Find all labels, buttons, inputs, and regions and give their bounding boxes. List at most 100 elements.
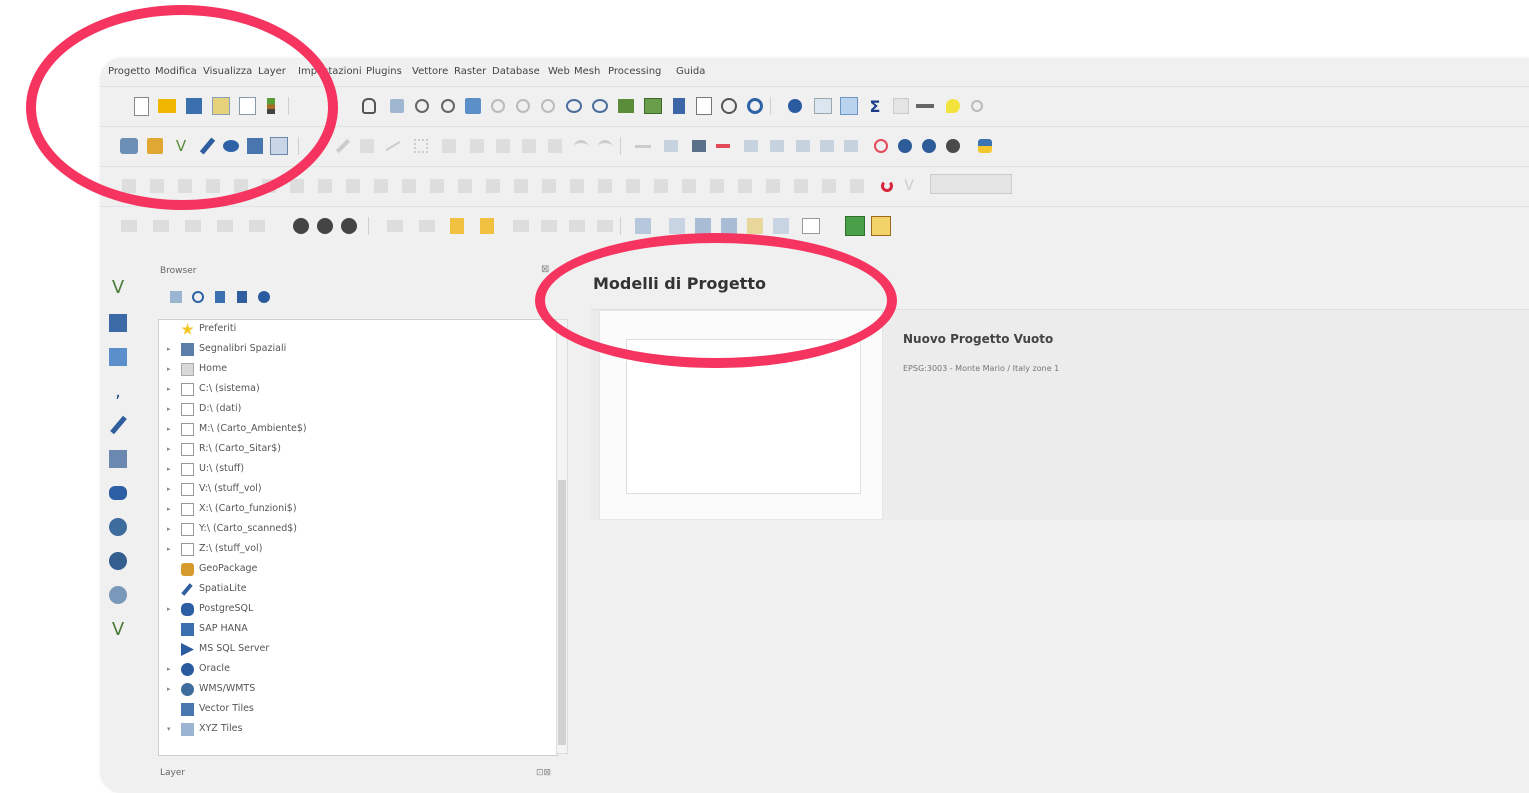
tree-item-drive-m[interactable]: ▸ M:\ (Carto_Ambiente$) <box>159 420 557 440</box>
add-spatialite-icon[interactable] <box>106 413 130 437</box>
tree-item-drive-d[interactable]: ▸ D:\ (dati) <box>159 400 557 420</box>
new-spatialite-icon[interactable] <box>196 135 218 157</box>
menu-progetto[interactable]: Progetto <box>108 66 150 77</box>
expand-arrow-icon[interactable]: ▸ <box>167 385 171 393</box>
menu-impostazioni[interactable]: Impostazioni <box>298 66 362 77</box>
add-wfs-icon[interactable] <box>106 549 130 573</box>
select-tool-2-icon[interactable] <box>150 215 172 237</box>
cut-features-icon[interactable] <box>492 135 514 157</box>
zoom-layer-icon[interactable] <box>512 95 534 117</box>
adv-edit-3-icon[interactable] <box>174 175 196 197</box>
adv-edit-27-icon[interactable] <box>846 175 868 197</box>
zoom-last-icon[interactable] <box>563 95 585 117</box>
add-mesh-layer-icon[interactable] <box>106 345 130 369</box>
pan-to-selection-icon[interactable] <box>386 95 408 117</box>
new-geopackage-icon[interactable] <box>144 135 166 157</box>
add-delimited-text-icon[interactable]: , <box>106 379 130 403</box>
adv-edit-26-icon[interactable] <box>818 175 840 197</box>
delete-part-icon[interactable] <box>792 135 814 157</box>
adv-edit-5-icon[interactable] <box>230 175 252 197</box>
tree-item-drive-x[interactable]: ▸ X:\ (Carto_funzioni$) <box>159 500 557 520</box>
expand-arrow-icon[interactable]: ▸ <box>167 605 171 613</box>
move-label-icon[interactable] <box>692 215 714 237</box>
show-hide-labels-icon[interactable] <box>770 215 792 237</box>
tree-item-drive-u[interactable]: ▸ U:\ (stuff) <box>159 460 557 480</box>
tree-item-spatialite[interactable]: SpatiaLite <box>159 580 557 600</box>
add-virtual-layer-icon[interactable] <box>106 447 130 471</box>
tips-icon[interactable] <box>942 95 964 117</box>
menu-modifica[interactable]: Modifica <box>155 66 197 77</box>
tree-item-drive-r[interactable]: ▸ R:\ (Carto_Sitar$) <box>159 440 557 460</box>
adv-edit-17-icon[interactable] <box>566 175 588 197</box>
tree-item-drive-z[interactable]: ▸ Z:\ (stuff_vol) <box>159 540 557 560</box>
expand-arrow-icon[interactable]: ▸ <box>167 345 171 353</box>
measure-icon[interactable] <box>914 95 936 117</box>
bookmarks-icon[interactable] <box>693 95 715 117</box>
delete-selected-icon[interactable] <box>466 135 488 157</box>
filter-icon[interactable] <box>476 215 498 237</box>
adv-edit-22-icon[interactable] <box>706 175 728 197</box>
search-icon[interactable] <box>966 95 988 117</box>
measure-bearing-icon[interactable] <box>594 215 616 237</box>
bookmark-new-icon[interactable] <box>668 95 690 117</box>
browser-filter-icon[interactable] <box>212 289 228 305</box>
adv-edit-4-icon[interactable] <box>202 175 224 197</box>
expand-arrow-icon[interactable]: ▸ <box>167 365 171 373</box>
adv-edit-2-icon[interactable] <box>146 175 168 197</box>
open-project-icon[interactable] <box>156 95 178 117</box>
expand-arrow-icon[interactable]: ▸ <box>167 485 171 493</box>
add-raster-layer-icon[interactable] <box>106 311 130 335</box>
measure-line-icon[interactable] <box>510 215 532 237</box>
tree-item-spatial-bookmarks[interactable]: ▸ Segnalibri Spaziali <box>159 340 557 360</box>
paste-features-icon[interactable] <box>544 135 566 157</box>
plugin-c-icon[interactable] <box>942 135 964 157</box>
statistics-icon[interactable]: Σ <box>864 95 886 117</box>
menu-processing[interactable]: Processing <box>608 66 661 77</box>
add-wfs-layer-icon[interactable] <box>338 215 360 237</box>
redo-icon[interactable] <box>594 135 616 157</box>
modify-attributes-icon[interactable] <box>438 135 460 157</box>
add-part-icon[interactable] <box>740 135 762 157</box>
adv-edit-14-icon[interactable] <box>482 175 504 197</box>
adv-edit-23-icon[interactable] <box>734 175 756 197</box>
zoom-out-icon[interactable] <box>437 95 459 117</box>
tree-item-drive-c[interactable]: ▸ C:\ (sistema) <box>159 380 557 400</box>
menu-database[interactable]: Database <box>492 66 540 77</box>
reshape-icon[interactable] <box>660 135 682 157</box>
expand-arrow-icon[interactable]: ▾ <box>167 725 171 733</box>
save-project-icon[interactable] <box>183 95 205 117</box>
new-map-view-icon[interactable] <box>615 95 637 117</box>
adv-edit-20-icon[interactable] <box>650 175 672 197</box>
new-temp-layer-icon[interactable] <box>268 135 290 157</box>
add-wms-icon[interactable] <box>106 515 130 539</box>
tree-item-drive-v[interactable]: ▸ V:\ (stuff_vol) <box>159 480 557 500</box>
style-manager-icon[interactable] <box>260 95 282 117</box>
snapping-tolerance-field[interactable] <box>930 173 1012 195</box>
tree-item-home[interactable]: ▸ Home <box>159 360 557 380</box>
rotate-point-symbols-icon[interactable] <box>870 135 892 157</box>
magnifier-plugin-icon[interactable] <box>844 215 866 237</box>
menu-vettore[interactable]: Vettore <box>412 66 448 77</box>
adv-edit-15-icon[interactable] <box>510 175 532 197</box>
zoom-next-icon[interactable] <box>589 95 611 117</box>
tree-item-oracle[interactable]: ▸ Oracle <box>159 660 557 680</box>
zoom-in-icon[interactable] <box>411 95 433 117</box>
add-wcs-icon[interactable] <box>106 583 130 607</box>
plugin-b-icon[interactable] <box>918 135 940 157</box>
tree-item-geopackage[interactable]: GeoPackage <box>159 560 557 580</box>
tree-item-mssql[interactable]: MS SQL Server <box>159 640 557 660</box>
select-tool-3-icon[interactable] <box>182 215 204 237</box>
plugin-a-icon[interactable] <box>894 135 916 157</box>
expand-arrow-icon[interactable]: ▸ <box>167 665 171 673</box>
pin-labels-icon[interactable] <box>666 215 688 237</box>
expand-arrow-icon[interactable]: ▸ <box>167 545 171 553</box>
new-project-icon[interactable] <box>130 95 152 117</box>
new-virtual-layer-icon[interactable] <box>220 135 242 157</box>
rotate-label-icon[interactable] <box>718 215 740 237</box>
delete-ring-icon[interactable] <box>712 135 734 157</box>
layer-panel-controls-icon[interactable]: ⊡⊠ <box>536 768 551 778</box>
menu-mesh[interactable]: Mesh <box>574 66 600 77</box>
select-tool-4-icon[interactable] <box>214 215 236 237</box>
zoom-native-icon[interactable] <box>537 95 559 117</box>
select-expression-icon[interactable] <box>446 215 468 237</box>
